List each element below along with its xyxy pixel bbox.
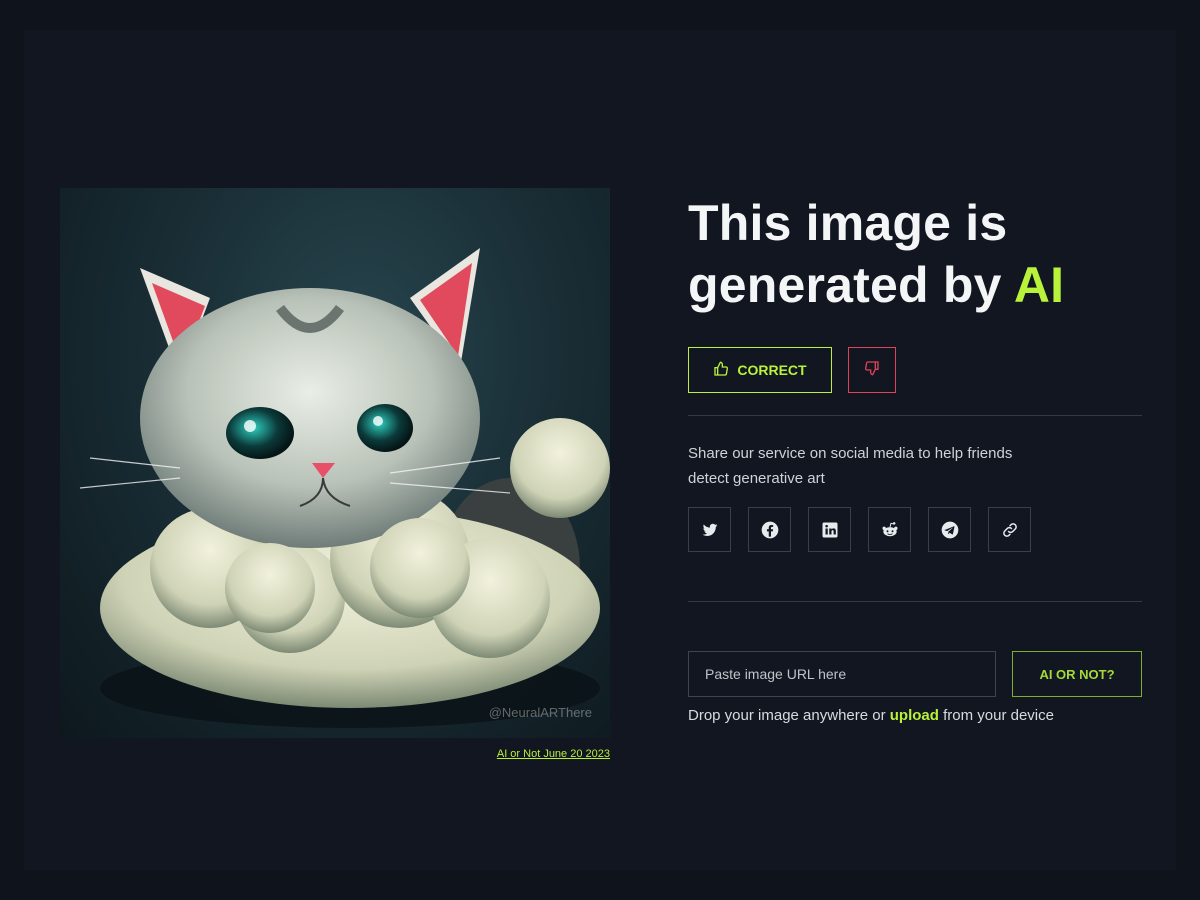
reddit-icon bbox=[882, 521, 897, 536]
correct-button-label: CORRECT bbox=[737, 362, 807, 378]
linkedin-icon bbox=[822, 522, 837, 537]
divider bbox=[688, 601, 1142, 602]
facebook-icon bbox=[761, 521, 778, 538]
drop-text-suffix: from your device bbox=[943, 707, 1054, 724]
share-twitter-button[interactable] bbox=[688, 507, 731, 552]
analyzed-image: @NeuralARThere bbox=[60, 188, 610, 738]
thumbs-up-icon bbox=[713, 361, 729, 380]
headline-ai-highlight: AI bbox=[1013, 257, 1065, 313]
social-share-bar bbox=[688, 507, 1031, 552]
correct-button[interactable]: CORRECT bbox=[688, 347, 832, 393]
headline-line-2: generated by AI bbox=[688, 254, 1158, 316]
drop-text-prefix: Drop your image anywhere or bbox=[688, 707, 886, 724]
share-facebook-button[interactable] bbox=[748, 507, 791, 552]
link-icon bbox=[1002, 522, 1017, 537]
twitter-icon bbox=[702, 523, 717, 536]
upload-link[interactable]: upload bbox=[890, 707, 939, 724]
share-text-line-2: detect generative art bbox=[688, 470, 825, 487]
image-url-input[interactable] bbox=[688, 651, 996, 697]
share-reddit-button[interactable] bbox=[868, 507, 911, 552]
image-caption-link[interactable]: AI or Not June 20 2023 bbox=[420, 748, 610, 760]
share-text-line-1: Share our service on social media to hel… bbox=[688, 445, 1013, 462]
share-telegram-button[interactable] bbox=[928, 507, 971, 552]
result-headline: This image is generated by AI bbox=[688, 192, 1158, 316]
thumbs-down-icon bbox=[864, 360, 880, 381]
divider bbox=[688, 415, 1142, 416]
share-description: Share our service on social media to hel… bbox=[688, 441, 1108, 491]
copy-link-button[interactable] bbox=[988, 507, 1031, 552]
headline-line-1: This image is bbox=[688, 195, 1008, 251]
ai-or-not-button[interactable]: AI OR NOT? bbox=[1012, 651, 1142, 697]
drop-instructions: Drop your image anywhere or upload from … bbox=[688, 707, 1054, 724]
cat-illustration bbox=[79, 248, 610, 728]
share-linkedin-button[interactable] bbox=[808, 507, 851, 552]
telegram-icon bbox=[941, 521, 958, 538]
incorrect-button[interactable] bbox=[848, 347, 896, 393]
headline-prefix: generated by bbox=[688, 257, 1002, 313]
image-watermark: @NeuralARThere bbox=[488, 705, 592, 720]
